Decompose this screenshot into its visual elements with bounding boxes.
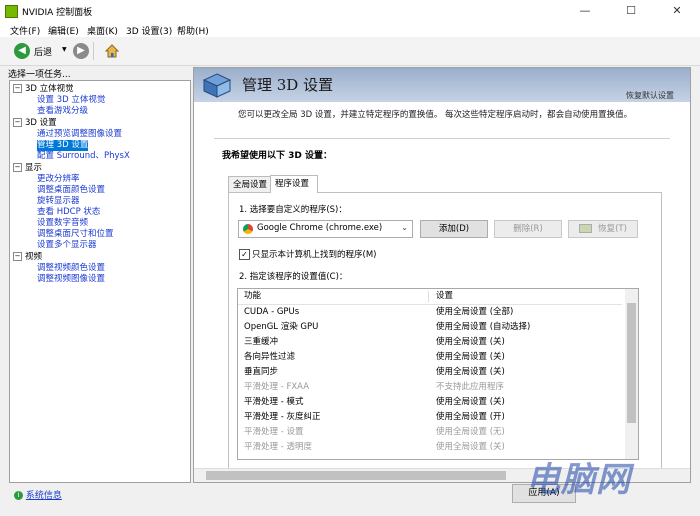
tree-node-3d-settings[interactable]: −3D 设置 — [13, 118, 57, 129]
program-select[interactable]: Google Chrome (chrome.exe) ⌄ — [238, 220, 413, 238]
tree-item-multi-display[interactable]: 设置多个显示器 — [37, 240, 97, 251]
tree-item-preview-image[interactable]: 通过预览调整图像设置 — [37, 129, 122, 140]
back-button-label[interactable]: 后退 — [34, 45, 52, 58]
info-icon: i — [14, 491, 23, 500]
collapse-icon[interactable]: − — [13, 252, 22, 261]
tree-item-hdcp[interactable]: 查看 HDCP 状态 — [37, 207, 100, 218]
tree-item-resolution[interactable]: 更改分辨率 — [37, 174, 80, 185]
settings-row[interactable]: 垂直同步 使用全局设置 (关) — [238, 365, 622, 380]
back-arrow-icon[interactable]: ◀ — [14, 43, 30, 59]
show-local-programs-checkbox[interactable]: ✓ — [239, 249, 250, 260]
tree-item-rotate-display[interactable]: 旋转显示器 — [37, 196, 80, 207]
nvidia-restore-icon — [579, 224, 593, 233]
remove-program-button[interactable]: 删除(R) — [494, 220, 562, 238]
home-icon[interactable] — [104, 43, 120, 59]
watermark-logo: 电脑网 — [526, 460, 631, 500]
3d-cube-icon — [202, 72, 232, 98]
program-settings-panel: 1. 选择要自定义的程序(S)： Google Chrome (chrome.e… — [228, 192, 662, 482]
chrome-icon — [243, 224, 253, 234]
settings-row[interactable]: OpenGL 渲染 GPU 使用全局设置 (自动选择) — [238, 320, 622, 335]
add-program-button[interactable]: 添加(D) — [420, 220, 488, 238]
program-select-value: Google Chrome (chrome.exe) — [257, 223, 383, 233]
tree-item-desktop-size[interactable]: 调整桌面尺寸和位置 — [37, 229, 114, 240]
tree-node-display[interactable]: − 显示 — [13, 163, 42, 174]
page-banner: 管理 3D 设置 恢复默认设置 — [194, 68, 690, 102]
page-title: 管理 3D 设置 — [242, 76, 334, 94]
tree-item-digital-audio[interactable]: 设置数字音频 — [37, 218, 88, 229]
tree-item-desktop-color[interactable]: 调整桌面颜色设置 — [37, 185, 105, 196]
settings-row[interactable]: 各向异性过滤 使用全局设置 (关) — [238, 350, 622, 365]
scrollbar-thumb[interactable] — [206, 471, 506, 480]
tree-item-manage-3d[interactable]: 管理 3D 设置 — [37, 140, 89, 151]
menu-desktop[interactable]: 桌面(K) — [87, 24, 118, 37]
tree-node-3d-stereo[interactable]: −3D 立体视觉 — [13, 84, 74, 95]
menu-3d-settings[interactable]: 3D 设置(3) — [126, 24, 172, 37]
settings-list-scrollbar[interactable] — [625, 289, 638, 459]
column-header-setting[interactable]: 设置 — [436, 289, 453, 304]
title-bar: NVIDIA 控制面板 — ☐ ✕ — [0, 0, 700, 23]
scrollbar-thumb[interactable] — [627, 303, 636, 423]
forward-arrow-icon[interactable]: ▶ — [73, 43, 89, 59]
collapse-icon[interactable]: − — [13, 84, 22, 93]
back-history-dropdown[interactable]: ▼ — [62, 46, 67, 53]
task-pane-header: 选择一项任务... — [8, 70, 71, 80]
column-header-feature[interactable]: 功能 — [244, 289, 261, 304]
system-info-link[interactable]: i 系统信息 — [14, 488, 62, 501]
collapse-icon[interactable]: − — [13, 163, 22, 172]
menu-file[interactable]: 文件(F) — [10, 24, 40, 37]
tree-node-video[interactable]: − 视频 — [13, 252, 42, 263]
step1-label: 1. 选择要自定义的程序(S)： — [239, 205, 347, 215]
menu-bar: 文件(F) 编辑(E) 桌面(K) 3D 设置(3) 帮助(H) — [0, 22, 700, 37]
task-tree: −3D 立体视觉 设置 3D 立体视觉 查看游戏分级 −3D 设置 通过预览调整… — [9, 80, 191, 483]
settings-row[interactable]: 平滑处理 - 模式 使用全局设置 (关) — [238, 395, 622, 410]
maximize-button[interactable]: ☐ — [608, 0, 654, 22]
window-title: NVIDIA 控制面板 — [22, 8, 93, 18]
minimize-button[interactable]: — — [562, 0, 608, 22]
tree-item-surround-physx[interactable]: 配置 Surround、PhysX — [37, 151, 130, 162]
content-pane: 管理 3D 设置 恢复默认设置 您可以更改全局 3D 设置，并建立特定程序的置换… — [193, 67, 691, 483]
settings-row[interactable]: 平滑处理 - 设置 使用全局设置 (无) — [238, 425, 622, 440]
toolbar: ◀ 后退 ▼ ▶ — [0, 37, 700, 66]
collapse-icon[interactable]: − — [13, 118, 22, 127]
menu-help[interactable]: 帮助(H) — [177, 24, 209, 37]
separator — [214, 138, 670, 139]
step2-label: 2. 指定该程序的设置值(C)： — [239, 272, 348, 282]
settings-row[interactable]: 平滑处理 - FXAA 不支持此应用程序 — [238, 380, 622, 395]
settings-row[interactable]: 平滑处理 - 灰度纠正 使用全局设置 (开) — [238, 410, 622, 425]
nvidia-logo-icon — [5, 5, 18, 18]
section-prompt: 我希望使用以下 3D 设置： — [222, 151, 333, 161]
settings-row[interactable]: CUDA - GPUs 使用全局设置 (全部) — [238, 305, 622, 320]
menu-edit[interactable]: 编辑(E) — [48, 24, 79, 37]
restore-program-button[interactable]: 恢复(T) — [568, 220, 638, 238]
tree-item-video-image[interactable]: 调整视频图像设置 — [37, 274, 105, 285]
tree-item-video-color[interactable]: 调整视频颜色设置 — [37, 263, 105, 274]
settings-list: 功能 设置 CUDA - GPUs 使用全局设置 (全部) OpenGL 渲染 G… — [237, 288, 639, 460]
settings-row[interactable]: 三重缓冲 使用全局设置 (关) — [238, 335, 622, 350]
show-local-programs-label: 只显示本计算机上找到的程序(M) — [252, 250, 377, 260]
chevron-down-icon: ⌄ — [401, 223, 408, 232]
tab-global-settings[interactable]: 全局设置 — [228, 176, 276, 193]
page-description: 您可以更改全局 3D 设置，并建立特定程序的置换值。 每次这些特定程序启动时，都… — [238, 110, 633, 120]
restore-defaults-link[interactable]: 恢复默认设置 — [626, 90, 674, 101]
tree-item-setup-stereo[interactable]: 设置 3D 立体视觉 — [37, 95, 105, 106]
tree-item-game-rating[interactable]: 查看游戏分级 — [37, 106, 88, 117]
column-divider — [428, 291, 429, 302]
close-button[interactable]: ✕ — [654, 0, 700, 22]
tab-program-settings[interactable]: 程序设置 — [270, 175, 318, 193]
toolbar-divider — [93, 42, 94, 60]
settings-header-row: 功能 设置 — [238, 289, 622, 305]
